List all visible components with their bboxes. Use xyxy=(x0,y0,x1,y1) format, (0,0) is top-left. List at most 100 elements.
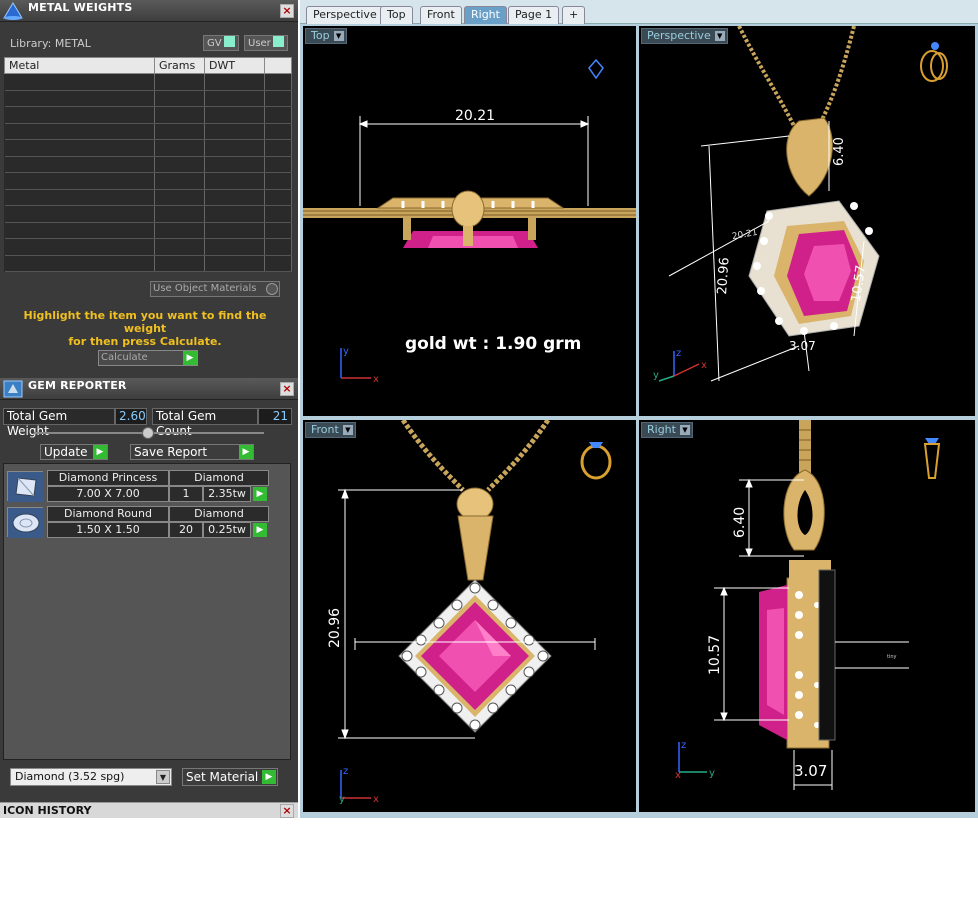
play-icon: ▶ xyxy=(183,351,197,365)
gem-name: Diamond Princess xyxy=(47,470,169,486)
table-row[interactable] xyxy=(4,156,292,173)
gem-count: 1 xyxy=(169,486,203,502)
dimension-height: 20.96 xyxy=(715,256,733,296)
viewport-label-right[interactable]: Right ▼ xyxy=(641,422,693,438)
viewport-label-top[interactable]: Top ▼ xyxy=(305,28,347,44)
svg-text:z: z xyxy=(343,766,348,777)
svg-text:y: y xyxy=(339,794,345,805)
play-icon: ▶ xyxy=(239,445,253,459)
round-diamond-icon xyxy=(7,507,44,538)
calculate-button[interactable]: Calculate ▶ xyxy=(98,350,198,366)
svg-text:y: y xyxy=(709,768,715,779)
chevron-down-icon: ▼ xyxy=(342,425,353,435)
metal-weights-header: METAL WEIGHTS × xyxy=(0,0,298,22)
icon-history-header: ICON HISTORY × xyxy=(0,802,298,818)
slider-handle[interactable] xyxy=(142,427,154,439)
gem-size: 7.00 X 7.00 xyxy=(47,486,169,502)
radio-icon xyxy=(266,283,278,295)
svg-text:y: y xyxy=(343,346,349,357)
save-report-button[interactable]: Save Report ▶ xyxy=(130,444,254,460)
table-row[interactable] xyxy=(4,73,292,91)
dimension-depth: 3.07 xyxy=(789,339,816,353)
table-row[interactable] xyxy=(4,238,292,256)
chevron-down-icon: ▼ xyxy=(714,31,725,41)
list-item[interactable]: Diamond Princess Diamond 7.00 X 7.00 1 2… xyxy=(7,469,287,503)
gem-name: Diamond Round xyxy=(47,506,169,522)
princess-diamond-icon xyxy=(7,471,44,502)
gem-reporter-title: GEM REPORTER xyxy=(28,379,127,392)
tab-front[interactable]: Front xyxy=(420,6,462,24)
select-gem-icon[interactable]: ▶ xyxy=(253,487,267,501)
chevron-down-icon: ▼ xyxy=(156,770,170,784)
svg-text:x: x xyxy=(373,794,379,805)
gv-toggle[interactable]: GV xyxy=(203,35,239,51)
table-row[interactable] xyxy=(4,172,292,190)
gem-reporter-header: GEM REPORTER × xyxy=(0,378,298,400)
table-row[interactable] xyxy=(4,205,292,223)
chevron-down-icon: ▼ xyxy=(333,31,344,41)
viewport-top[interactable]: y x Top ▼ 20.21 gold wt : 1.90 grm xyxy=(303,26,636,416)
left-panel: METAL WEIGHTS × Library: METAL GV User M… xyxy=(0,0,298,818)
list-item[interactable]: Diamond Round Diamond 1.50 X 1.50 20 0.2… xyxy=(7,505,287,539)
close-icon[interactable]: × xyxy=(280,4,294,18)
gem-size: 1.50 X 1.50 xyxy=(47,522,169,538)
table-row[interactable] xyxy=(4,106,292,124)
gem-list: Diamond Princess Diamond 7.00 X 7.00 1 2… xyxy=(3,463,291,760)
viewport-front[interactable]: z x y Front ▼ 20.96 xyxy=(303,420,636,812)
view-tabs: Perspective Top Front Right Page 1 + xyxy=(300,0,978,24)
dimension-bail: 6.40 xyxy=(832,137,847,166)
select-gem-icon[interactable]: ▶ xyxy=(253,523,267,537)
user-toggle[interactable]: User xyxy=(244,35,288,51)
use-object-materials-checkbox[interactable]: Use Object Materials xyxy=(150,281,280,297)
gem-reporter-icon xyxy=(2,379,24,399)
total-gem-count-value: 21 xyxy=(258,408,292,425)
total-gem-weight-value: 2.60 xyxy=(115,408,147,425)
total-gem-weight-label: Total Gem Weight xyxy=(3,408,115,438)
close-icon[interactable]: × xyxy=(280,804,294,818)
tab-perspective[interactable]: Perspective xyxy=(306,6,384,24)
svg-text:x: x xyxy=(675,770,681,781)
set-material-button[interactable]: Set Material ▶ xyxy=(182,768,278,786)
column-grams[interactable]: Grams xyxy=(154,57,205,74)
dimension-width: 20.21 xyxy=(455,108,496,124)
dimension-depth: 3.07 xyxy=(794,762,828,780)
hint-text: Highlight the item you want to find the … xyxy=(23,309,267,348)
svg-text:x: x xyxy=(373,374,379,385)
column-dwt[interactable]: DWT xyxy=(204,57,265,74)
dimension-height: 20.96 xyxy=(327,607,343,648)
play-icon: ▶ xyxy=(93,445,107,459)
column-metal[interactable]: Metal xyxy=(4,57,155,74)
play-icon: ▶ xyxy=(262,770,276,784)
metal-table: Metal Grams DWT xyxy=(4,57,292,272)
close-icon[interactable]: × xyxy=(280,382,294,396)
table-row[interactable] xyxy=(4,222,292,239)
library-label: Library: METAL xyxy=(10,37,91,50)
gem-size-slider[interactable] xyxy=(34,427,264,439)
metal-weights-title: METAL WEIGHTS xyxy=(28,1,133,14)
table-row[interactable] xyxy=(4,189,292,206)
tab-top[interactable]: Top xyxy=(380,6,413,24)
table-row[interactable] xyxy=(4,255,292,272)
svg-text:tiny: tiny xyxy=(887,654,897,660)
viewport-right[interactable]: tiny z y x Right ▼ 6.40 10.57 3.07 xyxy=(639,420,975,812)
gem-count: 20 xyxy=(169,522,203,538)
material-dropdown[interactable]: Diamond (3.52 spg) ▼ xyxy=(10,768,172,786)
gem-material: Diamond xyxy=(169,506,269,522)
table-row[interactable] xyxy=(4,90,292,107)
icon-history-title: ICON HISTORY xyxy=(3,804,92,817)
svg-text:y: y xyxy=(653,370,659,381)
table-row[interactable] xyxy=(4,139,292,157)
viewport-perspective[interactable]: zxy Perspective ▼ 6.40 20.96 20.21 10.57 … xyxy=(639,26,975,416)
table-row[interactable] xyxy=(4,123,292,140)
svg-text:z: z xyxy=(676,348,681,359)
total-gem-count-label: Total Gem Count xyxy=(152,408,258,438)
viewport-label-front[interactable]: Front ▼ xyxy=(305,422,356,438)
tab-page-1[interactable]: Page 1 xyxy=(508,6,560,24)
svg-text:z: z xyxy=(681,740,686,751)
gem-material: Diamond xyxy=(169,470,269,486)
add-tab-button[interactable]: + xyxy=(562,6,586,24)
viewport-label-perspective[interactable]: Perspective ▼ xyxy=(641,28,728,44)
dimension-stone: 10.57 xyxy=(707,634,723,675)
update-button[interactable]: Update ▶ xyxy=(40,444,108,460)
tab-right[interactable]: Right xyxy=(464,6,507,24)
